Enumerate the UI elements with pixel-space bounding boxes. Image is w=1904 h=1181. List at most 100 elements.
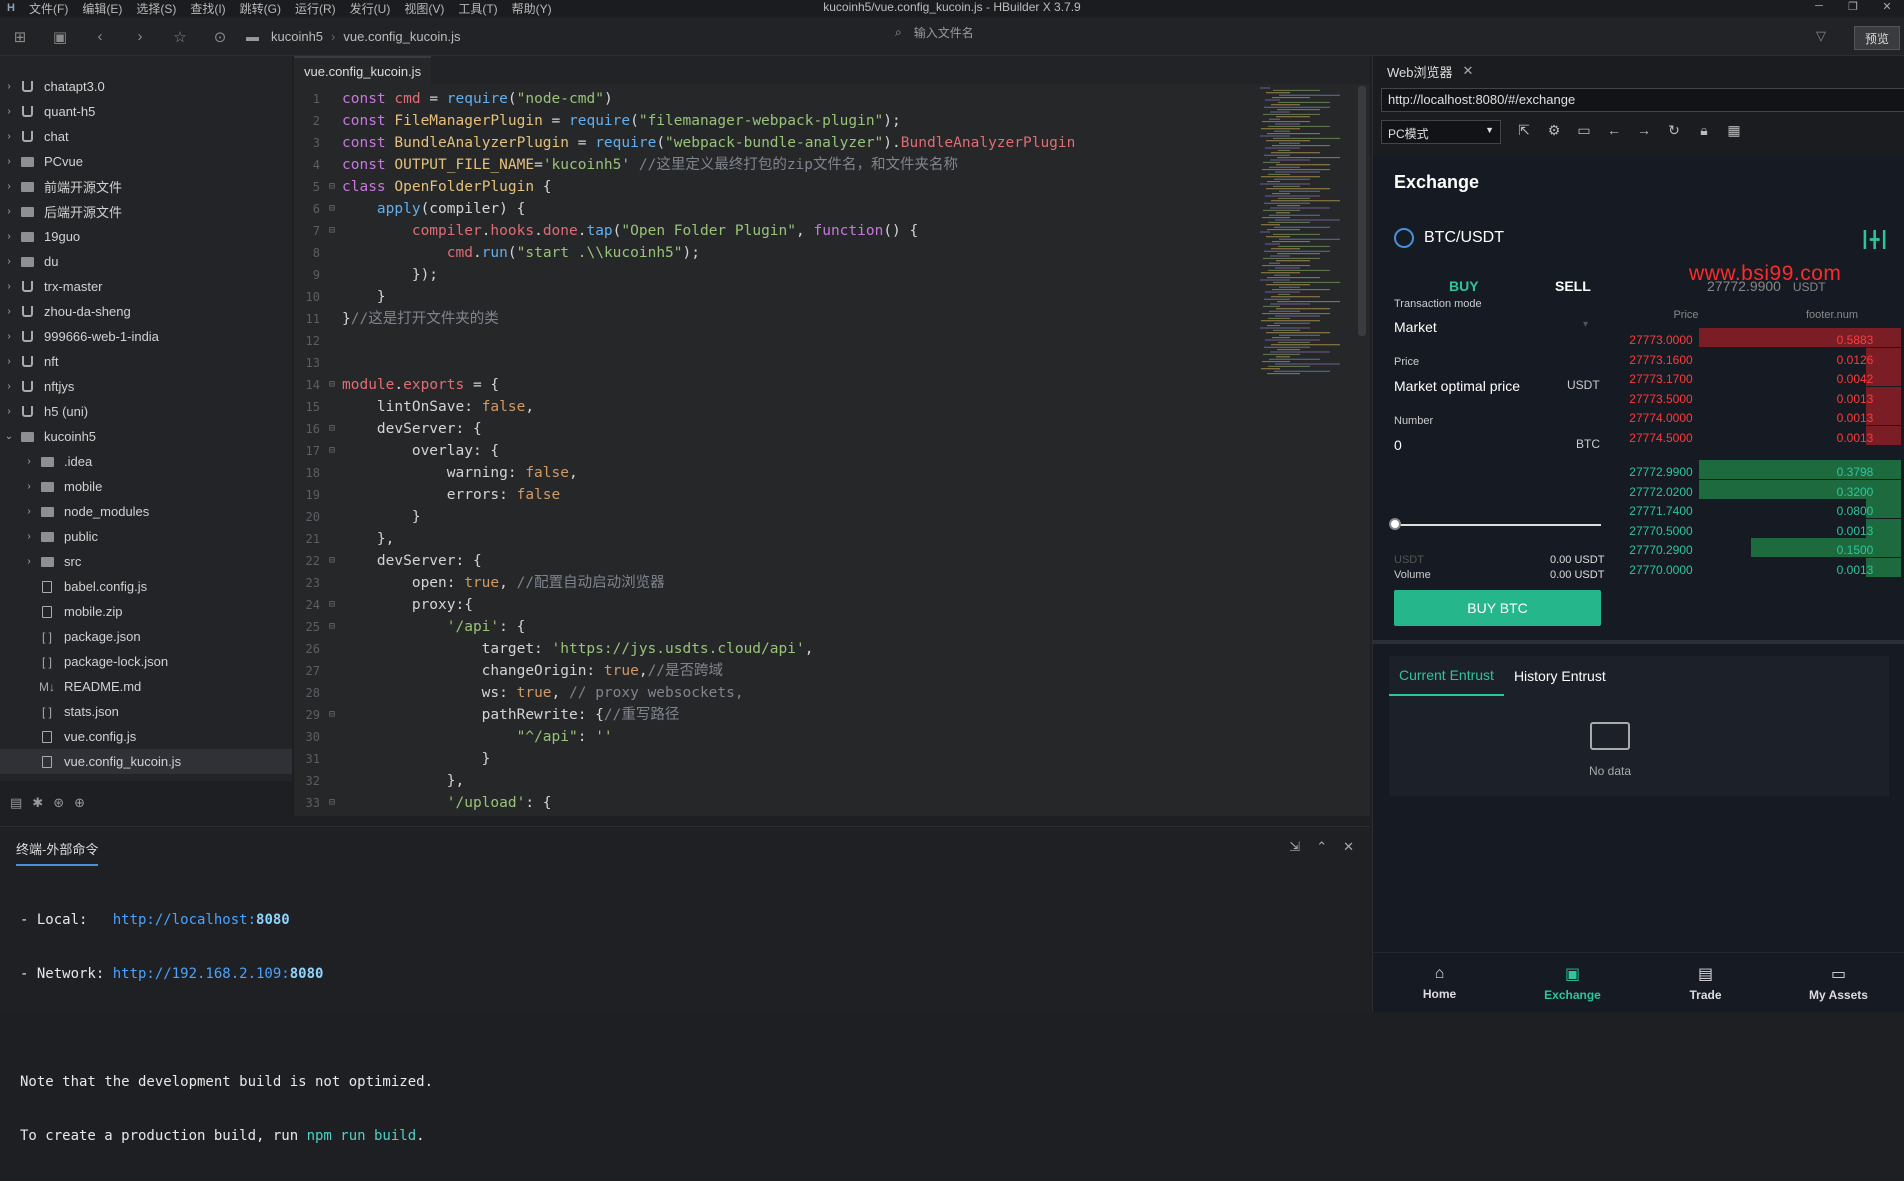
lock-icon[interactable]: 🔒︎ [1689,122,1719,139]
editor-scrollbar[interactable] [1358,86,1366,336]
tree-item[interactable]: › mobile [0,474,292,499]
menu-item[interactable]: 查找(I) [183,0,232,17]
close-icon[interactable]: ✕ [1870,0,1904,13]
tree-item[interactable]: › PCvue [0,149,292,174]
plugin-icon[interactable]: ⊕ [74,795,85,811]
menu-item[interactable]: 工具(T) [451,0,504,17]
close-terminal-icon[interactable]: ✕ [1343,839,1354,855]
settings-icon[interactable]: ⚙ [1539,122,1569,139]
tree-item[interactable]: › trx-master [0,274,292,299]
minimap[interactable] [1258,86,1358,386]
tree-item[interactable]: › .idea [0,449,292,474]
network-url[interactable]: http://192.168.2.109: [113,966,290,982]
tree-item[interactable]: › chat [0,124,292,149]
save-icon[interactable]: ▣ [40,18,80,56]
mode-select[interactable]: PC模式 ▼ [1381,120,1501,144]
nav-exchange[interactable]: ▣ Exchange [1506,953,1639,1012]
tree-item[interactable]: › node_modules [0,499,292,524]
tree-item[interactable]: [ ] package-lock.json [0,649,292,674]
forward-arrow-icon[interactable]: → [1629,122,1659,139]
file-search[interactable]: ⌕ 输入文件名 [895,24,974,41]
menu-item[interactable]: 编辑(E) [75,0,129,17]
tab-sell[interactable]: SELL [1555,278,1591,294]
back-arrow-icon[interactable]: ← [1599,122,1629,139]
chevron-up-icon[interactable]: ⌃ [1316,839,1327,855]
breadcrumb-project[interactable]: kucoinh5 [271,29,323,44]
tree-item[interactable]: › h5 (uni) [0,399,292,424]
tree-item[interactable]: › src [0,549,292,574]
candlestick-icon[interactable]: ┃╋┃ [1860,230,1889,250]
tree-item[interactable]: › public [0,524,292,549]
filter-icon[interactable]: ▽ [1816,28,1826,44]
tab-current-entrust[interactable]: Current Entrust [1389,656,1504,696]
slider-handle[interactable] [1389,518,1401,530]
tree-item[interactable]: babel.config.js [0,574,292,599]
number-input[interactable]: 0 [1394,437,1402,453]
star-icon[interactable]: ☆ [160,18,200,56]
tab-terminal[interactable]: 终端-外部命令 [16,839,99,866]
menu-item[interactable]: 帮助(Y) [505,0,559,17]
tree-item[interactable]: vue.config.js [0,724,292,749]
devtools-icon[interactable]: ▭ [1569,122,1599,139]
run-icon[interactable]: ⊙ [200,18,240,56]
export-icon[interactable]: ⇲ [1289,839,1300,855]
close-tab-icon[interactable]: ✕ [1463,63,1474,79]
tree-item[interactable]: › 19guo [0,224,292,249]
refresh-icon[interactable]: ↻ [1659,122,1689,139]
tree-item[interactable]: M↓ README.md [0,674,292,699]
new-file-icon[interactable]: ⊞ [0,18,40,56]
restore-icon[interactable]: ❐ [1836,0,1870,13]
explorer-icon[interactable]: ▤ [10,795,22,811]
code-area[interactable]: 1 const cmd = require("node-cmd") 2 const F… [294,88,1354,815]
tree-item[interactable]: › nft [0,349,292,374]
menu-item[interactable]: 发行(U) [343,0,398,17]
fold-icon[interactable]: ⊟ [324,792,340,814]
menu-item[interactable]: 文件(F) [22,0,75,17]
tree-item[interactable]: › chatapt3.0 [0,74,292,99]
tree-item[interactable]: › 前端开源文件 [0,174,292,199]
open-external-icon[interactable]: ⇱ [1509,122,1539,139]
qr-icon[interactable]: ▦ [1719,122,1749,139]
pair-switch-icon[interactable] [1394,228,1414,248]
tree-item[interactable]: › zhou-da-sheng [0,299,292,324]
breadcrumb-file[interactable]: vue.config_kucoin.js [343,29,460,44]
source-control-icon[interactable]: ⊛ [53,795,64,811]
fold-icon[interactable]: ⊟ [324,704,340,726]
fold-icon[interactable]: ⊟ [324,550,340,572]
preview-button[interactable]: 预览 [1854,26,1900,50]
tree-item[interactable]: › 999666-web-1-india [0,324,292,349]
fold-icon[interactable]: ⊟ [324,198,340,220]
tree-item[interactable]: mobile.zip [0,599,292,624]
tab-history-entrust[interactable]: History Entrust [1504,668,1616,684]
fold-icon[interactable]: ⊟ [324,374,340,396]
local-url[interactable]: http://localhost: [113,912,256,928]
fold-icon[interactable]: ⊟ [324,418,340,440]
fold-icon[interactable]: ⊟ [324,440,340,462]
tab-web-browser[interactable]: Web浏览器 ✕ [1387,60,1473,82]
tab-vue-config-kucoin[interactable]: vue.config_kucoin.js [294,56,432,84]
buy-btc-button[interactable]: BUY BTC [1394,590,1601,626]
tree-item[interactable]: ›kucoinpc [0,774,292,781]
menu-item[interactable]: 跳转(G) [233,0,288,17]
amount-slider[interactable] [1394,524,1601,526]
bid-row[interactable]: 27770.0000 0.0013 [1613,557,1904,582]
menu-item[interactable]: 视图(V) [397,0,451,17]
fold-icon[interactable]: ⊟ [324,176,340,198]
debug-icon[interactable]: ✱ [32,795,43,811]
tree-item[interactable]: ⌄ kucoinh5 [0,424,292,449]
tree-item[interactable]: vue.config_kucoin.js [0,749,292,774]
back-icon[interactable]: ‹ [80,18,120,56]
tree-item[interactable]: [ ] package.json [0,624,292,649]
tab-buy[interactable]: BUY [1449,278,1479,294]
fold-icon[interactable]: ⊟ [324,616,340,638]
forward-icon[interactable]: › [120,18,160,56]
tree-item[interactable]: › 后端开源文件 [0,199,292,224]
tree-item[interactable]: [ ] stats.json [0,699,292,724]
nav-home[interactable]: ⌂ Home [1373,953,1506,1012]
fold-icon[interactable]: ⊟ [324,594,340,616]
tree-item[interactable]: › nftjys [0,374,292,399]
transaction-mode-select[interactable]: Market [1394,319,1437,335]
ask-row[interactable]: 27774.5000 0.0013 [1613,425,1904,450]
minimize-icon[interactable]: ─ [1802,0,1836,13]
trading-pair[interactable]: BTC/USDT [1394,228,1504,248]
